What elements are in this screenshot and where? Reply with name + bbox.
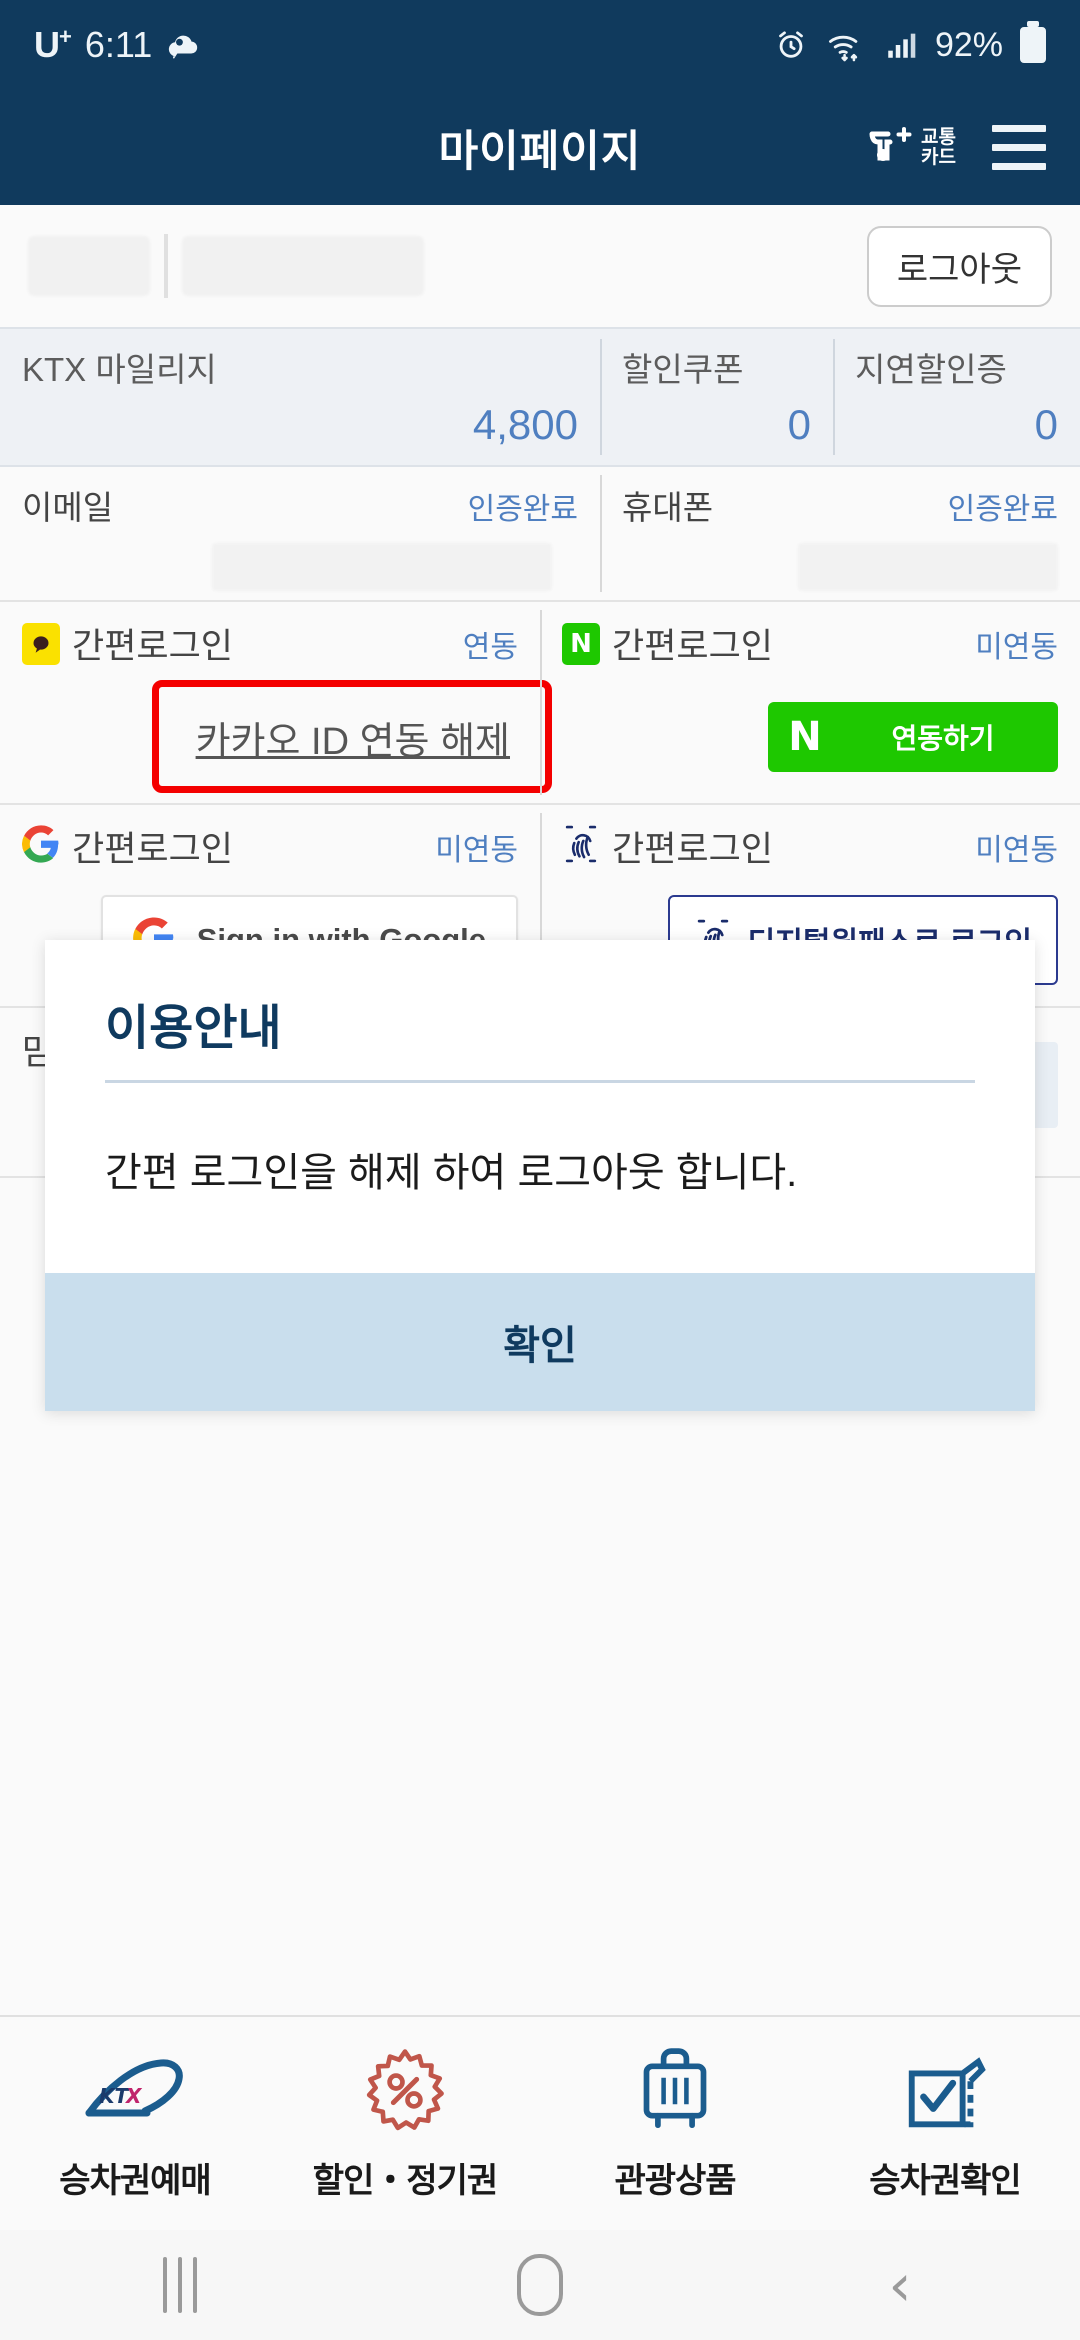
info-dialog: 이용안내 간편 로그인을 해제 하여 로그아웃 합니다. 확인 xyxy=(45,940,1035,1411)
alarm-clock-icon xyxy=(774,28,808,62)
app-header-actions: 교통 카드 xyxy=(868,125,1080,171)
suitcase-icon xyxy=(637,2045,713,2137)
phone-verification-cell[interactable]: 휴대폰 인증완료 xyxy=(600,467,1080,600)
tab-label: 관광상품 xyxy=(614,2162,736,2200)
stat-ktx-mileage[interactable]: KTX 마일리지 4,800 xyxy=(0,329,600,465)
stat-label: KTX 마일리지 xyxy=(22,351,217,388)
cellular-signal-icon xyxy=(884,28,918,62)
dialog-title: 이용안내 xyxy=(105,1002,282,1055)
sns-naver-state: 미연동 xyxy=(975,630,1058,664)
sns-kakao-body: 카카오 ID 연동 해제 xyxy=(22,679,552,793)
sns-kakao-state: 연동 xyxy=(462,630,518,664)
ktx-train-icon: KT X xyxy=(75,2045,195,2137)
sns-cell-kakao: 간편로그인 연동 카카오 ID 연동 해제 xyxy=(0,602,552,803)
status-bar: U+ 6:11 92% xyxy=(0,0,1080,90)
sns-onepass-state: 미연동 xyxy=(975,833,1058,867)
logout-button[interactable]: 로그아웃 xyxy=(866,225,1052,307)
sns-kakao-header: 간편로그인 연동 xyxy=(22,618,518,669)
back-glyph: ‹ xyxy=(888,2251,912,2319)
ticket-check-icon xyxy=(900,2045,990,2137)
sns-onepass-label: 간편로그인 xyxy=(612,830,774,869)
tab-label: 승차권예매 xyxy=(59,2162,211,2200)
app-header: 마이페이지 교통 카드 xyxy=(0,90,1080,205)
stat-label: 지연할인증 xyxy=(855,351,1007,388)
sns-kakao-label: 간편로그인 xyxy=(72,627,234,666)
back-icon[interactable]: ‹ xyxy=(720,2256,1080,2314)
sns-row-kakao-naver: 간편로그인 연동 카카오 ID 연동 해제 N 간편로그인 미연동 N 연동하기 xyxy=(0,602,1080,805)
stat-value: 4,800 xyxy=(472,401,578,448)
naver-button-label: 연동하기 xyxy=(891,723,995,754)
kakao-talk-icon xyxy=(22,622,60,665)
battery-percentage: 92% xyxy=(934,25,1003,64)
tab-label: 할인・정기권 xyxy=(312,2162,498,2200)
phone-value-redacted xyxy=(798,543,1058,591)
sns-google-header: 간편로그인 미연동 xyxy=(22,821,518,872)
sns-google-label: 간편로그인 xyxy=(72,830,234,869)
svg-text:X: X xyxy=(124,2084,143,2108)
email-status-badge: 인증완료 xyxy=(467,493,578,526)
dialog-confirm-button[interactable]: 확인 xyxy=(45,1273,1035,1411)
status-bar-clock: 6:11 xyxy=(84,24,153,65)
carrier-label: U+ xyxy=(34,24,72,65)
tab-ticket-check[interactable]: 승차권확인 xyxy=(810,2045,1080,2202)
profile-name-redacted xyxy=(28,236,150,296)
stat-value: 0 xyxy=(1034,401,1058,448)
home-glyph xyxy=(517,2254,563,2316)
weather-cloud-icon xyxy=(166,28,200,62)
stat-discount-coupon[interactable]: 할인쿠폰 0 xyxy=(600,329,833,465)
hamburger-menu-icon[interactable] xyxy=(992,125,1046,170)
discount-percent-icon xyxy=(362,2045,448,2137)
tab-discount-pass[interactable]: 할인・정기권 xyxy=(270,2045,540,2202)
sns-naver-label: 간편로그인 xyxy=(612,627,774,666)
naver-link-button[interactable]: N 연동하기 xyxy=(768,702,1058,772)
kakao-unlink-link[interactable]: 카카오 ID 연동 해제 xyxy=(188,706,518,769)
phone-label: 휴대폰 xyxy=(622,489,714,526)
dialog-message: 간편 로그인을 해제 하여 로그아웃 합니다. xyxy=(105,1151,798,1195)
sns-naver-body: N 연동하기 xyxy=(562,689,1058,785)
sns-naver-header: N 간편로그인 미연동 xyxy=(562,618,1058,669)
fingerprint-icon xyxy=(562,824,600,869)
bottom-tab-bar: KT X 승차권예매 할인・정기권 관광상품 승차권확인 xyxy=(0,2015,1080,2230)
status-bar-left: U+ 6:11 xyxy=(34,24,200,66)
tab-ticket-booking[interactable]: KT X 승차권예매 xyxy=(0,2045,270,2202)
tab-tour-products[interactable]: 관광상품 xyxy=(540,2045,810,2202)
profile-id-redacted xyxy=(182,236,424,296)
naver-button-mark: N xyxy=(788,714,822,760)
stat-label: 할인쿠폰 xyxy=(622,351,744,388)
sns-google-state: 미연동 xyxy=(435,833,518,867)
transit-card-logo-icon xyxy=(868,125,916,171)
email-label: 이메일 xyxy=(22,489,114,526)
transit-card-button[interactable]: 교통 카드 xyxy=(868,125,956,171)
recents-glyph xyxy=(163,2257,197,2313)
email-row-top: 이메일 인증완료 xyxy=(22,481,578,529)
recents-icon[interactable] xyxy=(0,2257,360,2313)
stat-value: 0 xyxy=(787,401,811,448)
wifi-icon xyxy=(825,28,867,62)
google-icon xyxy=(22,825,60,868)
stat-delay-voucher[interactable]: 지연할인증 0 xyxy=(833,329,1080,465)
battery-icon xyxy=(1020,27,1046,63)
sns-onepass-header: 간편로그인 미연동 xyxy=(562,821,1058,872)
transit-card-label: 교통 카드 xyxy=(921,126,956,168)
sns-cell-naver: N 간편로그인 미연동 N 연동하기 xyxy=(540,602,1080,803)
tab-label: 승차권확인 xyxy=(869,2162,1021,2200)
profile-row: 로그아웃 xyxy=(0,205,1080,327)
email-verification-cell[interactable]: 이메일 인증완료 xyxy=(0,467,600,600)
naver-icon: N xyxy=(562,622,600,665)
status-bar-right: 92% xyxy=(774,26,1046,65)
home-icon[interactable] xyxy=(360,2254,720,2316)
svg-text:KT: KT xyxy=(99,2084,129,2108)
email-value-redacted xyxy=(212,543,552,591)
android-navigation-bar: ‹ xyxy=(0,2230,1080,2340)
profile-divider xyxy=(164,234,168,298)
phone-row-top: 휴대폰 인증완료 xyxy=(622,481,1058,529)
verification-row: 이메일 인증완료 휴대폰 인증완료 xyxy=(0,467,1080,602)
kakao-unlink-wrapper: 카카오 ID 연동 해제 xyxy=(151,679,552,793)
account-stats: KTX 마일리지 4,800 할인쿠폰 0 지연할인증 0 xyxy=(0,327,1080,467)
phone-status-badge: 인증완료 xyxy=(947,493,1058,526)
